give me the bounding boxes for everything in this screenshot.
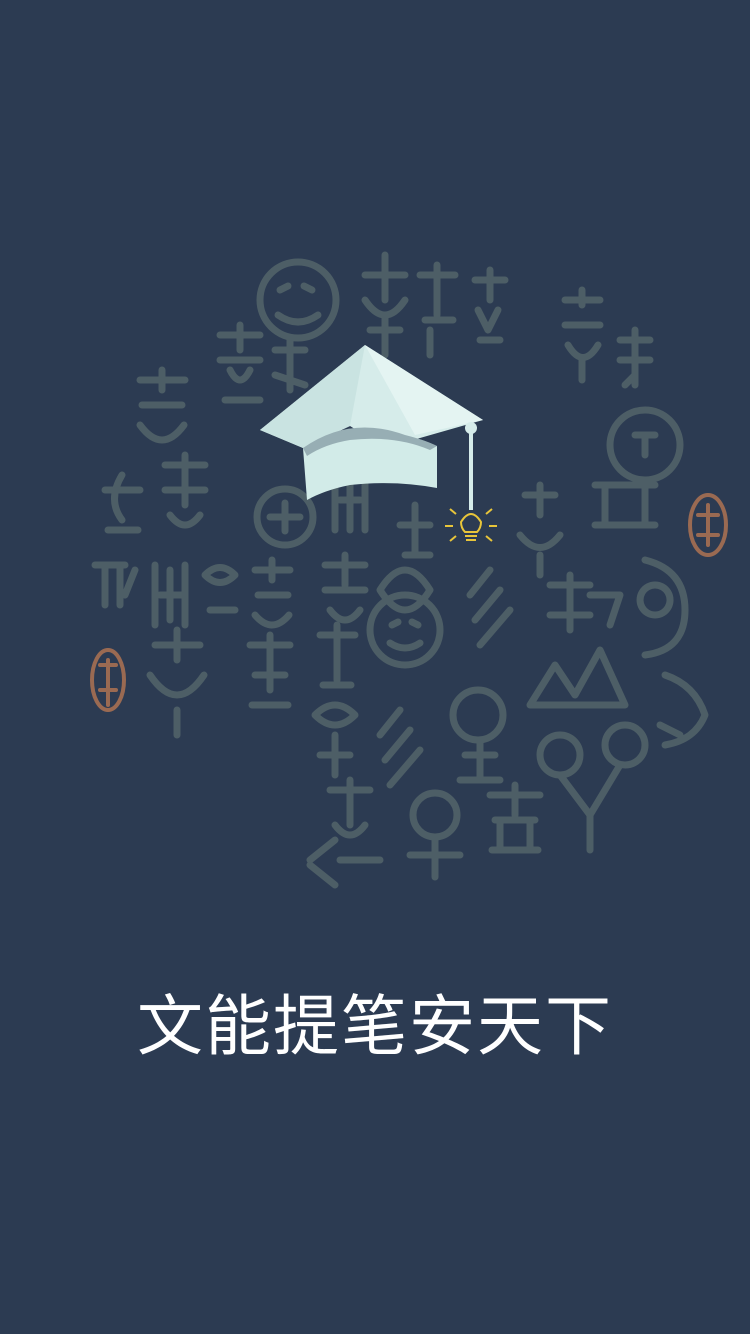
splash-screen: 文能提笔安天下 bbox=[0, 0, 750, 1334]
slogan-text: 文能提笔安天下 bbox=[137, 988, 613, 1065]
ancient-script-glyph-cloud-icon bbox=[80, 235, 730, 895]
graduation-cap-with-lightbulb-icon bbox=[255, 340, 505, 555]
